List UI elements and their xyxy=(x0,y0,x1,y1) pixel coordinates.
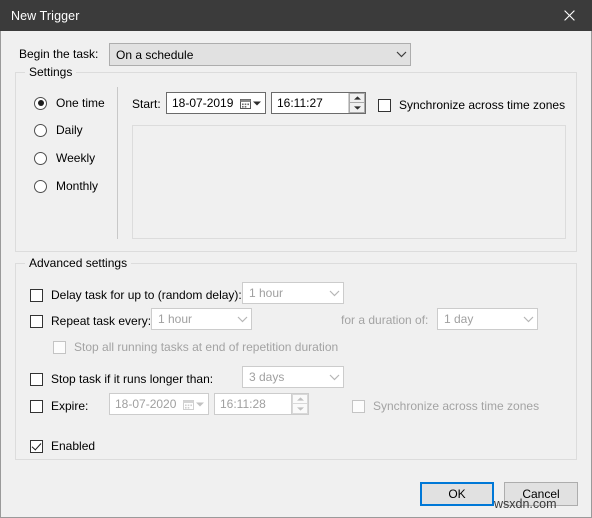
delay-task-box xyxy=(30,288,43,302)
expire-time-value: 16:11:28 xyxy=(220,397,266,411)
spinner-down-icon[interactable] xyxy=(349,103,365,113)
expire-time-field[interactable]: 16:11:28 xyxy=(214,393,309,415)
sync-timezones-box xyxy=(378,98,391,112)
repeat-task-box xyxy=(30,314,43,328)
begin-task-row: Begin the task: On a schedule xyxy=(19,43,579,66)
radio-one-time-label: One time xyxy=(56,96,105,110)
stop-task-longer-box xyxy=(30,372,43,386)
advanced-settings-group: Advanced settings Delay task for up to (… xyxy=(15,256,577,460)
expire-sync-timezones-box xyxy=(352,399,365,413)
expire-box xyxy=(30,399,43,413)
radio-daily[interactable]: Daily xyxy=(34,121,83,139)
stop-task-longer-checkbox[interactable]: Stop task if it runs longer than: xyxy=(30,370,213,388)
repeat-task-select[interactable]: 1 hour xyxy=(151,308,252,330)
recurrence-detail-pane xyxy=(132,125,566,239)
calendar-icon[interactable] xyxy=(238,98,265,109)
stop-all-running-label: Stop all running tasks at end of repetit… xyxy=(74,340,339,354)
repeat-task-label: Repeat task every: xyxy=(51,314,152,328)
begin-task-value: On a schedule xyxy=(116,47,194,62)
start-date-value: 18-07-2019 xyxy=(172,96,234,110)
expire-date-field[interactable]: 18-07-2020 xyxy=(109,393,209,415)
delay-task-label: Delay task for up to (random delay): xyxy=(51,288,242,302)
chevron-down-icon xyxy=(392,51,410,58)
sync-timezones-checkbox[interactable]: Synchronize across time zones xyxy=(378,96,565,114)
sync-timezones-label: Synchronize across time zones xyxy=(399,98,566,112)
chevron-down-icon xyxy=(325,374,343,381)
radio-monthly-indicator xyxy=(34,179,47,193)
repeat-task-checkbox[interactable]: Repeat task every: xyxy=(30,312,151,330)
stop-all-running-checkbox[interactable]: Stop all running tasks at end of repetit… xyxy=(53,338,338,356)
delay-task-value: 1 hour xyxy=(249,286,284,300)
spinner-up-icon[interactable] xyxy=(349,93,365,103)
ok-button[interactable]: OK xyxy=(420,482,494,506)
settings-divider xyxy=(117,87,118,239)
delay-task-checkbox[interactable]: Delay task for up to (random delay): xyxy=(30,286,242,304)
begin-task-label: Begin the task: xyxy=(19,47,99,61)
expire-time-spinner[interactable] xyxy=(291,394,308,414)
radio-one-time-indicator xyxy=(34,96,47,110)
close-icon[interactable] xyxy=(546,0,592,31)
radio-monthly[interactable]: Monthly xyxy=(34,177,98,195)
stop-task-longer-value: 3 days xyxy=(249,370,285,384)
spinner-up-icon[interactable] xyxy=(292,394,308,404)
start-label: Start: xyxy=(132,97,161,111)
delay-task-select[interactable]: 1 hour xyxy=(242,282,344,304)
radio-one-time[interactable]: One time xyxy=(34,94,105,112)
enabled-label: Enabled xyxy=(51,439,96,453)
advanced-group-title: Advanced settings xyxy=(25,256,132,270)
settings-group-title: Settings xyxy=(25,65,77,79)
start-time-spinner[interactable] xyxy=(348,93,365,113)
expire-date-value: 18-07-2020 xyxy=(115,397,177,411)
chevron-down-icon xyxy=(252,101,261,105)
expire-label: Expire: xyxy=(51,399,89,413)
start-time-field[interactable]: 16:11:27 xyxy=(271,92,366,114)
ok-button-label: OK xyxy=(448,487,466,501)
duration-select[interactable]: 1 day xyxy=(437,308,538,330)
radio-weekly-label: Weekly xyxy=(56,151,96,165)
radio-monthly-label: Monthly xyxy=(56,179,99,193)
radio-weekly-indicator xyxy=(34,151,47,165)
stop-task-longer-select[interactable]: 3 days xyxy=(242,366,344,388)
title-bar: New Trigger xyxy=(0,0,592,31)
start-time-value: 16:11:27 xyxy=(277,96,323,110)
chevron-down-icon xyxy=(325,290,343,297)
begin-task-select[interactable]: On a schedule xyxy=(109,43,411,66)
expire-sync-timezones-checkbox[interactable]: Synchronize across time zones xyxy=(352,397,539,415)
radio-daily-indicator xyxy=(34,123,47,137)
dialog-body: Begin the task: On a schedule Settings O… xyxy=(1,31,591,517)
settings-group: Settings One time Daily Weekly Monthly S… xyxy=(15,65,577,252)
repeat-task-value: 1 hour xyxy=(158,312,193,326)
window-title: New Trigger xyxy=(11,8,80,23)
radio-weekly[interactable]: Weekly xyxy=(34,149,95,167)
stop-task-longer-label: Stop task if it runs longer than: xyxy=(51,372,214,386)
expire-sync-timezones-label: Synchronize across time zones xyxy=(373,399,540,413)
duration-value: 1 day xyxy=(444,312,474,326)
start-date-field[interactable]: 18-07-2019 xyxy=(166,92,266,114)
duration-label: for a duration of: xyxy=(341,313,429,327)
watermark: wsxdn.com xyxy=(494,497,557,511)
chevron-down-icon xyxy=(233,316,251,323)
enabled-checkbox[interactable]: Enabled xyxy=(30,437,95,455)
chevron-down-icon xyxy=(519,316,537,323)
radio-daily-label: Daily xyxy=(56,123,83,137)
new-trigger-dialog: New Trigger Begin the task: On a schedul… xyxy=(0,0,592,518)
enabled-box xyxy=(30,439,43,453)
spinner-down-icon[interactable] xyxy=(292,404,308,414)
expire-checkbox[interactable]: Expire: xyxy=(30,397,88,415)
chevron-down-icon xyxy=(195,402,204,406)
stop-all-running-box xyxy=(53,340,66,354)
calendar-icon[interactable] xyxy=(181,399,208,410)
